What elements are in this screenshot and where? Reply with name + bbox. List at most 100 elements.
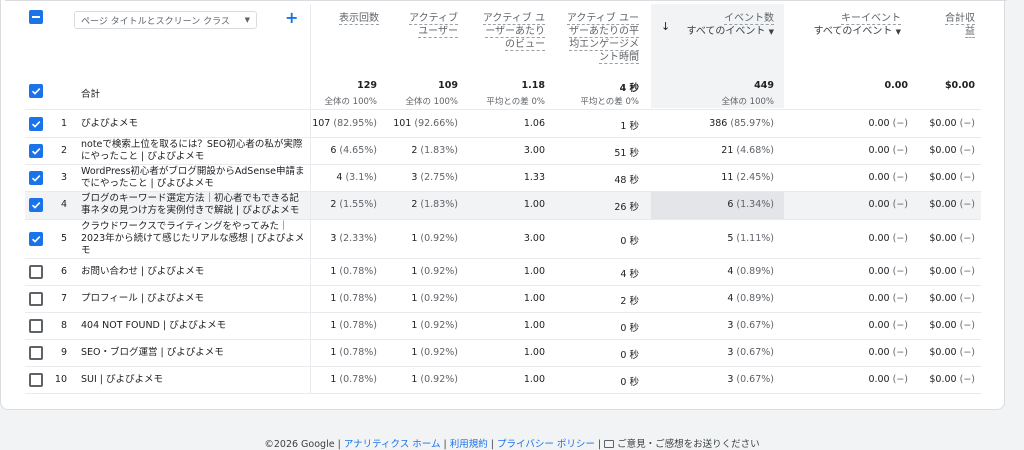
page-title-cell[interactable]: プロフィール | ぴよぴよメモ — [81, 293, 306, 305]
cell-avg-engagement: 26 秒 — [614, 202, 639, 213]
cell-events: 4 (0.89%) — [727, 265, 774, 277]
cell-revenue: $0.00 (−) — [929, 373, 975, 385]
dimension-label: ページ タイトルとスクリーン クラス — [81, 16, 230, 27]
row-checkbox[interactable] — [29, 116, 43, 131]
cell-events: 11 (2.45%) — [721, 171, 774, 183]
cell-revenue: $0.00 (−) — [929, 265, 975, 277]
row-checkbox[interactable] — [29, 372, 43, 387]
row-checkbox[interactable] — [29, 345, 43, 360]
cell-events: 5 (1.11%) — [727, 232, 774, 244]
totals-key-events: 0.00 — [884, 80, 908, 91]
row-index: 6 — [60, 265, 67, 277]
cell-views-per-user: 1.00 — [523, 373, 545, 385]
cell-views: 107 (82.95%) — [312, 117, 377, 129]
row-checkbox[interactable] — [29, 318, 43, 333]
totals-checkbox[interactable] — [29, 84, 43, 98]
cell-views: 6 (4.65%) — [330, 144, 377, 156]
cell-avg-engagement: 51 秒 — [614, 147, 639, 159]
cell-key-events: 0.00 (−) — [868, 265, 908, 277]
row-divider — [25, 285, 981, 286]
select-all-checkbox[interactable] — [29, 10, 43, 24]
row-checkbox[interactable] — [29, 291, 43, 306]
totals-vpu: 1.18 — [521, 80, 545, 91]
cell-avg-engagement: 48 秒 — [614, 174, 639, 186]
cell-views-per-user: 1.00 — [523, 292, 545, 304]
page-title-cell[interactable]: 404 NOT FOUND | ぴよぴよメモ — [81, 320, 306, 332]
page-title-cell[interactable]: ブログのキーワード選定方法｜初心者でもできる記 事ネタの見つけ方を実例付きで解説 … — [81, 193, 306, 217]
cell-revenue: $0.00 (−) — [929, 319, 975, 331]
row-index: 9 — [60, 346, 67, 358]
cell-events: 3 (0.67%) — [727, 346, 774, 358]
header-events[interactable]: イベント数 すべてのイベント ▼ — [671, 12, 774, 39]
cell-revenue: $0.00 (−) — [929, 117, 975, 129]
cell-views: 4 (3.1%) — [336, 171, 377, 183]
page-title-cell[interactable]: クラウドワークスでライティングをやってみた｜ 2023年から続けて感じたリアルな感… — [81, 221, 306, 257]
cell-events: 4 (0.89%) — [727, 292, 774, 304]
row-checkbox[interactable] — [29, 231, 43, 246]
header-active-users[interactable]: アクティブ ユーザー — [396, 12, 458, 38]
totals-users: 109 — [438, 80, 458, 91]
row-divider — [25, 191, 981, 192]
header-avg-engagement[interactable]: アクティブ ユー ザーあたりの平 均エンゲージメ ント時間 — [559, 12, 639, 64]
row-index: 2 — [60, 144, 67, 156]
cell-active-users: 1 (0.92%) — [411, 232, 458, 244]
terms-link[interactable]: 利用規約 — [450, 439, 488, 450]
cell-active-users: 101 (92.66%) — [393, 117, 458, 129]
cell-key-events: 0.00 (−) — [868, 292, 908, 304]
feedback-icon[interactable] — [604, 440, 615, 448]
page-title-cell[interactable]: ぴよぴよメモ — [81, 118, 306, 130]
cell-key-events: 0.00 (−) — [868, 232, 908, 244]
row-divider — [25, 393, 981, 394]
cell-active-users: 1 (0.92%) — [411, 292, 458, 304]
row-checkbox[interactable] — [29, 143, 43, 158]
row-checkbox[interactable] — [29, 264, 43, 279]
header-views[interactable]: 表示回数 — [321, 12, 379, 25]
header-views-per-user[interactable]: アクティブ ユ ーザーあたり のビュー — [471, 12, 545, 51]
row-checkbox[interactable] — [29, 170, 43, 185]
cell-active-users: 2 (1.83%) — [411, 144, 458, 156]
row-divider — [25, 312, 981, 313]
privacy-link[interactable]: プライバシー ポリシー — [497, 439, 595, 450]
cell-key-events: 0.00 (−) — [868, 346, 908, 358]
cell-views: 1 (0.78%) — [330, 319, 377, 331]
row-index: 5 — [60, 232, 67, 244]
sort-desc-icon[interactable]: ↓ — [661, 20, 670, 33]
feedback-link[interactable]: ご意見・ご感想をお送りください — [617, 439, 760, 450]
totals-label: 合計 — [81, 89, 101, 100]
row-divider — [25, 366, 981, 367]
cell-views-per-user: 1.33 — [523, 171, 545, 183]
header-total-revenue[interactable]: 合計収 益 — [926, 12, 975, 38]
cell-views: 1 (0.78%) — [330, 346, 377, 358]
totals-views-sub: 全体の 100% — [324, 97, 377, 107]
cell-events: 3 (0.67%) — [727, 319, 774, 331]
cell-active-users: 1 (0.92%) — [411, 373, 458, 385]
cell-active-users: 2 (1.83%) — [411, 199, 458, 210]
page-title-cell[interactable]: お問い合わせ | ぴよぴよメモ — [81, 266, 306, 278]
dimension-dropdown[interactable]: ページ タイトルとスクリーン クラス ▼ — [74, 11, 257, 29]
totals-time-sub: 平均との差 0% — [580, 97, 639, 107]
cell-events: 386 (85.97%) — [709, 117, 774, 129]
page-title-cell[interactable]: SUI | ぴよぴよメモ — [81, 374, 306, 386]
cell-events: 3 (0.67%) — [727, 373, 774, 385]
totals-users-sub: 全体の 100% — [405, 97, 458, 107]
totals-revenue: $0.00 — [944, 80, 975, 91]
cell-revenue: $0.00 (−) — [929, 171, 975, 183]
cell-views: 1 (0.78%) — [330, 373, 377, 385]
page-title-cell[interactable]: noteで検索上位を取るには？SEO初心者の私が実際 にやったこと | ぴよぴよメ… — [81, 139, 306, 163]
header-key-events[interactable]: キーイベント すべてのイベント ▼ — [801, 12, 901, 39]
cell-views: 3 (2.33%) — [330, 232, 377, 244]
cell-key-events: 0.00 (−) — [868, 373, 908, 385]
page-title-cell[interactable]: SEO・ブログ運営 | ぴよぴよメモ — [81, 347, 306, 359]
report-table-card: ページ タイトルとスクリーン クラス ▼ + 表示回数 アクティブ ユーザー ア… — [0, 0, 1007, 410]
cell-avg-engagement: 0 秒 — [620, 235, 639, 247]
cell-avg-engagement: 0 秒 — [620, 322, 639, 334]
totals-vpu-sub: 平均との差 0% — [486, 97, 545, 107]
cell-key-events: 0.00 (−) — [868, 144, 908, 156]
row-index: 10 — [54, 373, 67, 385]
cell-views-per-user: 3.00 — [523, 232, 545, 244]
analytics-home-link[interactable]: アナリティクス ホーム — [344, 439, 441, 450]
add-dimension-button[interactable]: + — [285, 8, 298, 27]
row-checkbox[interactable] — [29, 198, 43, 212]
footer: ©2026 Google | アナリティクス ホーム | 利用規約 | プライバ… — [264, 439, 760, 450]
page-title-cell[interactable]: WordPress初心者がブログ開設からAdSense申請ま でにやったこと | … — [81, 166, 306, 190]
